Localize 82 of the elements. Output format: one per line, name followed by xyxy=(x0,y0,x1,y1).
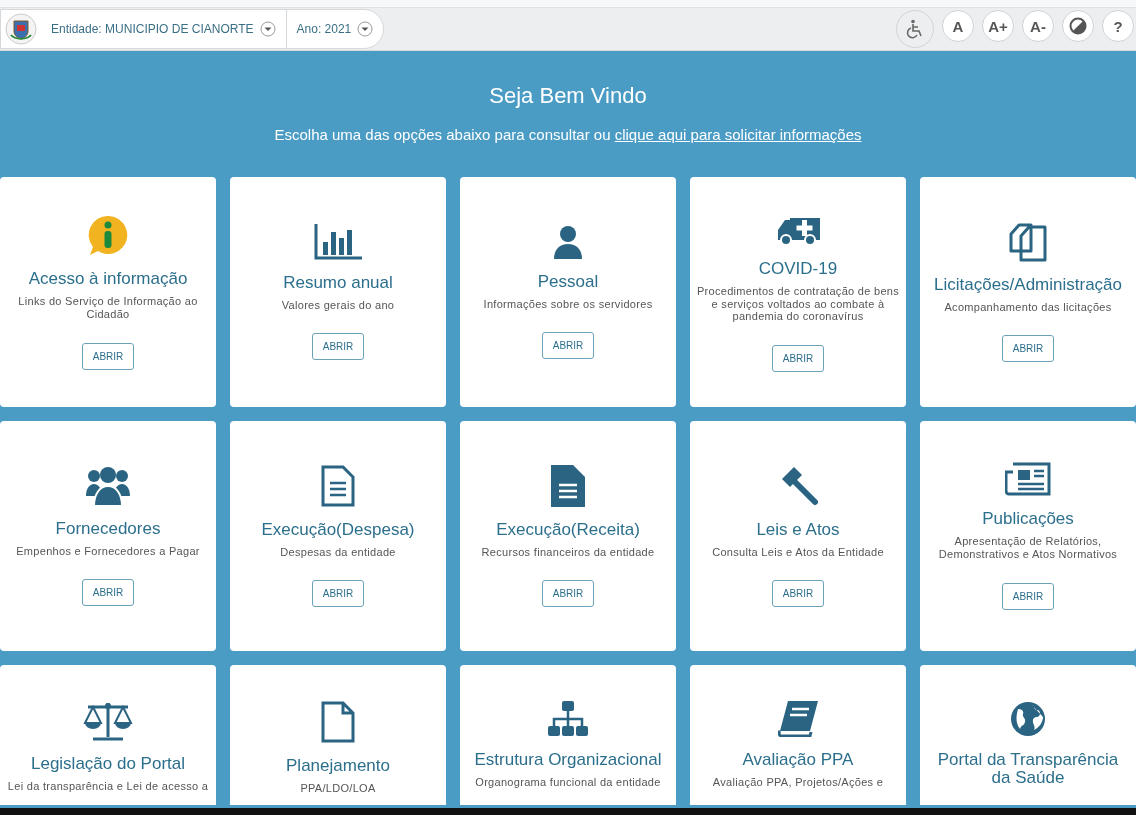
card-title: Portal da Transparência da Saúde xyxy=(936,751,1120,787)
option-card[interactable]: Pessoal Informações sobre os servidores ABRIR xyxy=(460,177,676,407)
info-bubble-icon xyxy=(87,214,129,257)
crest-icon xyxy=(5,13,37,45)
option-card[interactable]: Publicações Apresentação de Relatórios, Demonstrativos e Atos Normativos ABRIR xyxy=(920,421,1136,651)
wheelchair-icon xyxy=(905,19,925,39)
open-button[interactable]: ABRIR xyxy=(1001,335,1055,363)
card-description: Procedimentos de contratação de bens e serviços voltados ao combate à pandemia do coronavírus xyxy=(696,284,900,323)
option-card[interactable]: Portal da Transparência da Saúde xyxy=(920,665,1136,805)
card-title: Leis e Atos xyxy=(756,520,840,539)
option-card[interactable]: Resumo anual Valores gerais do ano ABRIR xyxy=(230,177,446,407)
scales-icon xyxy=(83,701,133,741)
card-title: Acesso à informação xyxy=(28,270,188,289)
option-card[interactable]: Leis e Atos Consulta Leis e Atos da Entidade ABRIR xyxy=(690,421,906,651)
dropdown[interactable]: Ano: 2021 xyxy=(285,10,384,48)
caret-icon xyxy=(357,21,374,37)
group-icon xyxy=(86,465,130,506)
open-button[interactable]: ABRIR xyxy=(541,332,595,360)
open-button[interactable]: ABRIR xyxy=(311,580,365,608)
blank-page-icon xyxy=(321,701,355,743)
dropdown[interactable]: Entidade: MUNICIPIO DE CIANORTE xyxy=(41,10,286,48)
open-button[interactable]: ABRIR xyxy=(81,579,135,607)
caret-icon xyxy=(259,21,276,37)
card-title: Legislação do Portal xyxy=(30,755,185,773)
documents-icon xyxy=(1008,221,1048,262)
option-card[interactable]: COVID-19 Procedimentos de contratação de bens e serviços voltados ao combate à pandemia do coronavírus ABRIR xyxy=(690,177,906,407)
card-title: Execução(Receita) xyxy=(496,520,640,539)
font-size-button[interactable]: A+ xyxy=(982,10,1014,42)
globe-icon xyxy=(1010,701,1046,737)
option-card[interactable]: Licitações/Administração Acompanhamento das licitações ABRIR xyxy=(920,177,1136,407)
card-title: Pessoal xyxy=(537,272,599,291)
page-title: Seja Bem Vindo xyxy=(488,83,648,109)
bar-chart-icon xyxy=(314,223,362,260)
contrast-button[interactable] xyxy=(1062,10,1094,42)
option-card[interactable]: Planejamento PPA/LDO/LOA xyxy=(230,665,446,805)
accessibility-button[interactable] xyxy=(896,10,934,48)
card-title: COVID-19 xyxy=(758,260,838,278)
card-title: Estrutura Organizacional xyxy=(474,751,662,769)
open-button[interactable]: ABRIR xyxy=(311,333,365,361)
card-title: Publicações xyxy=(982,510,1074,529)
card-title: Resumo anual xyxy=(283,273,393,292)
book-icon xyxy=(778,701,818,737)
option-card[interactable]: Legislação do Portal Lei da transparência e Lei de acesso a xyxy=(0,665,216,805)
open-button[interactable]: ABRIR xyxy=(541,580,595,608)
font-size-button[interactable]: A xyxy=(942,10,974,42)
option-card[interactable]: Estrutura Organizacional Organograma funcional da entidade xyxy=(460,665,676,805)
open-button[interactable]: ABRIR xyxy=(771,344,825,372)
card-description: Acompanhamento das licitações xyxy=(944,300,1112,314)
card-description: Organograma funcional da entidade xyxy=(475,775,661,789)
card-description: Recursos financeiros da entidade xyxy=(481,545,655,559)
card-description: Consulta Leis e Atos da Entidade xyxy=(712,545,884,559)
contrast-icon xyxy=(1069,17,1087,35)
card-title: Planejamento xyxy=(286,757,390,775)
card-title: Licitações/Administração xyxy=(934,275,1122,294)
card-title: Fornecedores xyxy=(55,519,161,538)
org-chart-icon xyxy=(547,701,589,737)
card-description: Lei da transparência e Lei de acesso a xyxy=(7,779,209,793)
intro-text: Escolha uma das opções abaixo para consultar ou clique aqui para solicitar informações xyxy=(273,126,863,143)
card-title: Execução(Despesa) xyxy=(261,520,415,539)
option-card[interactable]: Fornecedores Empenhos e Fornecedores a Pagar ABRIR xyxy=(0,421,216,651)
card-description: Empenhos e Fornecedores a Pagar xyxy=(16,544,200,558)
option-card[interactable]: Acesso à informação Links do Serviço de Informação ao Cidadão ABRIR xyxy=(0,177,216,407)
card-description: Despesas da entidade xyxy=(280,545,396,559)
card-description: Valores gerais do ano xyxy=(281,298,395,312)
person-icon xyxy=(553,224,583,259)
document-icon xyxy=(551,464,585,507)
open-button[interactable]: ABRIR xyxy=(81,342,135,370)
font-size-button[interactable]: ? xyxy=(1102,10,1134,42)
document-icon xyxy=(321,464,355,507)
open-button[interactable]: ABRIR xyxy=(771,580,825,608)
newspaper-icon xyxy=(1005,462,1051,497)
open-button[interactable]: ABRIR xyxy=(1001,582,1055,610)
card-description: PPA/LDO/LOA xyxy=(300,781,376,795)
option-card[interactable]: Avaliação PPA Avaliação PPA, Projetos/Ações e xyxy=(690,665,906,805)
card-description: Apresentação de Relatórios, Demonstrativos e Atos Normativos xyxy=(937,535,1119,561)
option-card[interactable]: Execução(Receita) Recursos financeiros da entidade ABRIR xyxy=(460,421,676,651)
font-size-button[interactable]: A- xyxy=(1022,10,1054,42)
card-description: Informações sobre os servidores xyxy=(483,297,653,311)
option-card[interactable]: Execução(Despesa) Despesas da entidade ABRIR xyxy=(230,421,446,651)
card-description: Links do Serviço de Informação ao Cidadão xyxy=(17,295,199,321)
card-title: Avaliação PPA xyxy=(742,751,854,769)
card-description: Avaliação PPA, Projetos/Ações e xyxy=(712,775,884,789)
